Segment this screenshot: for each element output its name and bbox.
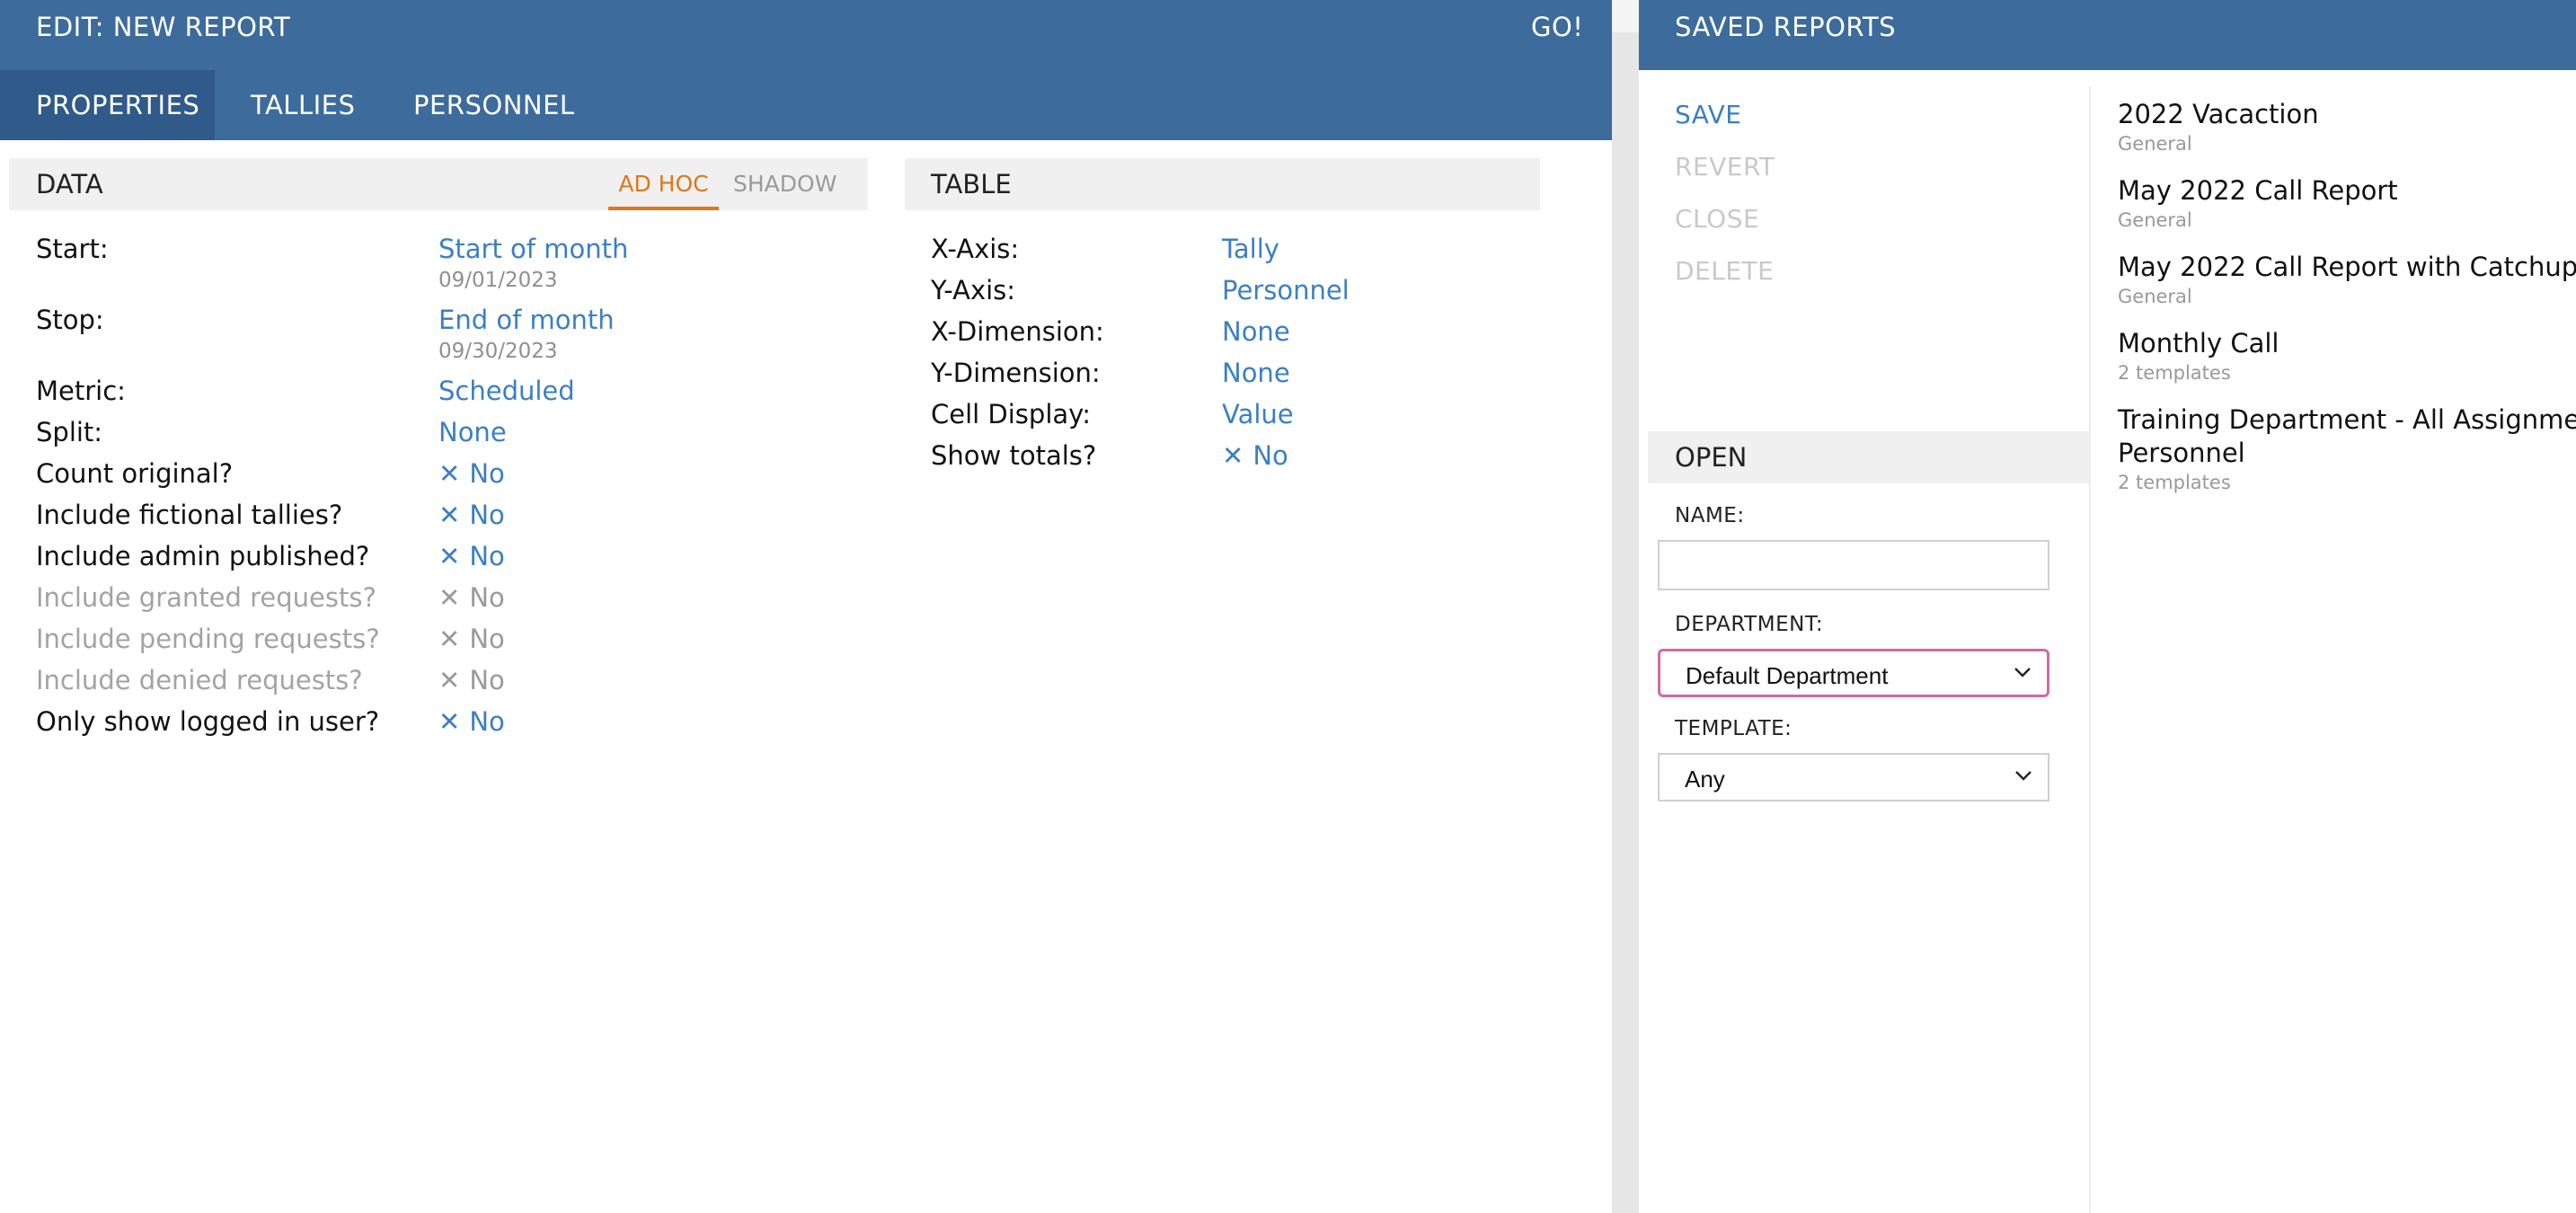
template-label: TEMPLATE: [1675, 717, 1793, 740]
data-section-title: DATA [36, 169, 103, 199]
pending-requests-toggle: ✕ No [438, 624, 505, 654]
name-input[interactable] [1658, 540, 2049, 590]
granted-requests-value: No [469, 582, 505, 613]
y-dimension-label: Y-Dimension: [931, 358, 1101, 388]
denied-requests-value: No [469, 665, 505, 695]
x-dimension-value[interactable]: None [1222, 316, 1290, 347]
admin-published-label: Include admin published? [36, 541, 370, 571]
report-item-name-cont[interactable]: Personnel [2118, 438, 2245, 468]
ad-hoc-toggle[interactable]: AD HOC [608, 158, 719, 210]
template-select[interactable]: Any [1658, 753, 2049, 801]
department-select[interactable]: Default Department [1658, 649, 2049, 697]
panel-splitter[interactable] [1612, 0, 1639, 1213]
split-value[interactable]: None [438, 417, 507, 447]
shadow-toggle[interactable]: SHADOW [733, 158, 837, 210]
close-button[interactable]: CLOSE [1675, 204, 1759, 234]
report-item-sub: General [2118, 209, 2192, 231]
chevron-down-icon [2014, 668, 2031, 677]
y-axis-value[interactable]: Personnel [1222, 275, 1350, 305]
metric-label: Metric: [36, 376, 126, 406]
report-item-name[interactable]: Monthly Call [2118, 328, 2279, 359]
report-item-name[interactable]: May 2022 Call Report with Catchup [2118, 252, 2576, 282]
fictional-tallies-toggle[interactable]: ✕ No [438, 500, 505, 530]
report-item-sub: 2 templates [2118, 472, 2231, 493]
report-item-name[interactable]: Training Department - All Assignments, [2118, 404, 2576, 435]
report-item-sub: General [2118, 133, 2192, 155]
count-original-label: Count original? [36, 458, 234, 489]
pending-requests-label: Include pending requests? [36, 624, 380, 654]
x-icon: ✕ [1222, 440, 1244, 471]
x-dimension-label: X-Dimension: [931, 316, 1104, 347]
x-axis-value[interactable]: Tally [1222, 234, 1279, 264]
y-axis-label: Y-Axis: [931, 275, 1016, 305]
chevron-down-icon [2015, 771, 2032, 781]
splitter-top [1612, 0, 1639, 32]
x-icon: ✕ [438, 582, 461, 613]
show-totals-label: Show totals? [931, 440, 1097, 471]
fictional-tallies-value: No [469, 500, 505, 530]
x-icon: ✕ [438, 706, 461, 737]
x-icon: ✕ [438, 458, 461, 489]
pending-requests-value: No [469, 624, 505, 654]
x-icon: ✕ [438, 500, 461, 530]
go-button[interactable]: GO! [1531, 12, 1583, 42]
count-original-value: No [469, 458, 505, 489]
x-icon: ✕ [438, 541, 461, 571]
saved-reports-title: SAVED REPORTS [1675, 12, 1897, 42]
show-totals-value: No [1253, 440, 1288, 471]
table-section-title: TABLE [931, 169, 1012, 199]
editor-title: EDIT: NEW REPORT [36, 12, 291, 42]
tab-personnel[interactable]: PERSONNEL [377, 70, 611, 140]
split-label: Split: [36, 417, 103, 447]
start-value[interactable]: Start of month [438, 234, 628, 264]
name-label: NAME: [1675, 504, 1745, 527]
report-item-sub: 2 templates [2118, 362, 2231, 384]
show-totals-toggle[interactable]: ✕ No [1222, 440, 1288, 471]
revert-button[interactable]: REVERT [1675, 152, 1775, 182]
report-item-name[interactable]: 2022 Vacaction [2118, 99, 2319, 129]
admin-published-toggle[interactable]: ✕ No [438, 541, 505, 571]
metric-value[interactable]: Scheduled [438, 376, 575, 406]
department-label: DEPARTMENT: [1675, 613, 1824, 636]
column-divider [2089, 86, 2091, 1213]
granted-requests-toggle: ✕ No [438, 582, 505, 613]
department-selected: Default Department [1686, 662, 1889, 689]
cell-display-label: Cell Display: [931, 399, 1091, 429]
x-icon: ✕ [438, 624, 461, 654]
stop-value[interactable]: End of month [438, 305, 615, 335]
delete-button[interactable]: DELETE [1675, 256, 1774, 286]
open-section-title: OPEN [1675, 442, 1748, 473]
x-icon: ✕ [438, 665, 461, 695]
logged-in-user-label: Only show logged in user? [36, 706, 380, 737]
tab-properties[interactable]: PROPERTIES [0, 70, 215, 140]
admin-published-value: No [469, 541, 505, 571]
logged-in-user-value: No [469, 706, 505, 737]
granted-requests-label: Include granted requests? [36, 582, 376, 613]
tab-tallies[interactable]: TALLIES [215, 70, 391, 140]
cell-display-value[interactable]: Value [1222, 399, 1294, 429]
denied-requests-toggle: ✕ No [438, 665, 505, 695]
y-dimension-value[interactable]: None [1222, 358, 1290, 388]
saved-reports-panel [1639, 0, 2576, 1213]
x-axis-label: X-Axis: [931, 234, 1020, 264]
start-label: Start: [36, 234, 109, 264]
report-item-sub: General [2118, 286, 2192, 307]
report-item-name[interactable]: May 2022 Call Report [2118, 175, 2398, 206]
start-date: 09/01/2023 [438, 269, 558, 292]
denied-requests-label: Include denied requests? [36, 665, 363, 695]
stop-date: 09/30/2023 [438, 340, 558, 363]
save-button[interactable]: SAVE [1675, 100, 1742, 129]
template-selected: Any [1685, 766, 1725, 792]
fictional-tallies-label: Include fictional tallies? [36, 500, 343, 530]
count-original-toggle[interactable]: ✕ No [438, 458, 505, 489]
logged-in-user-toggle[interactable]: ✕ No [438, 706, 505, 737]
stop-label: Stop: [36, 305, 104, 335]
